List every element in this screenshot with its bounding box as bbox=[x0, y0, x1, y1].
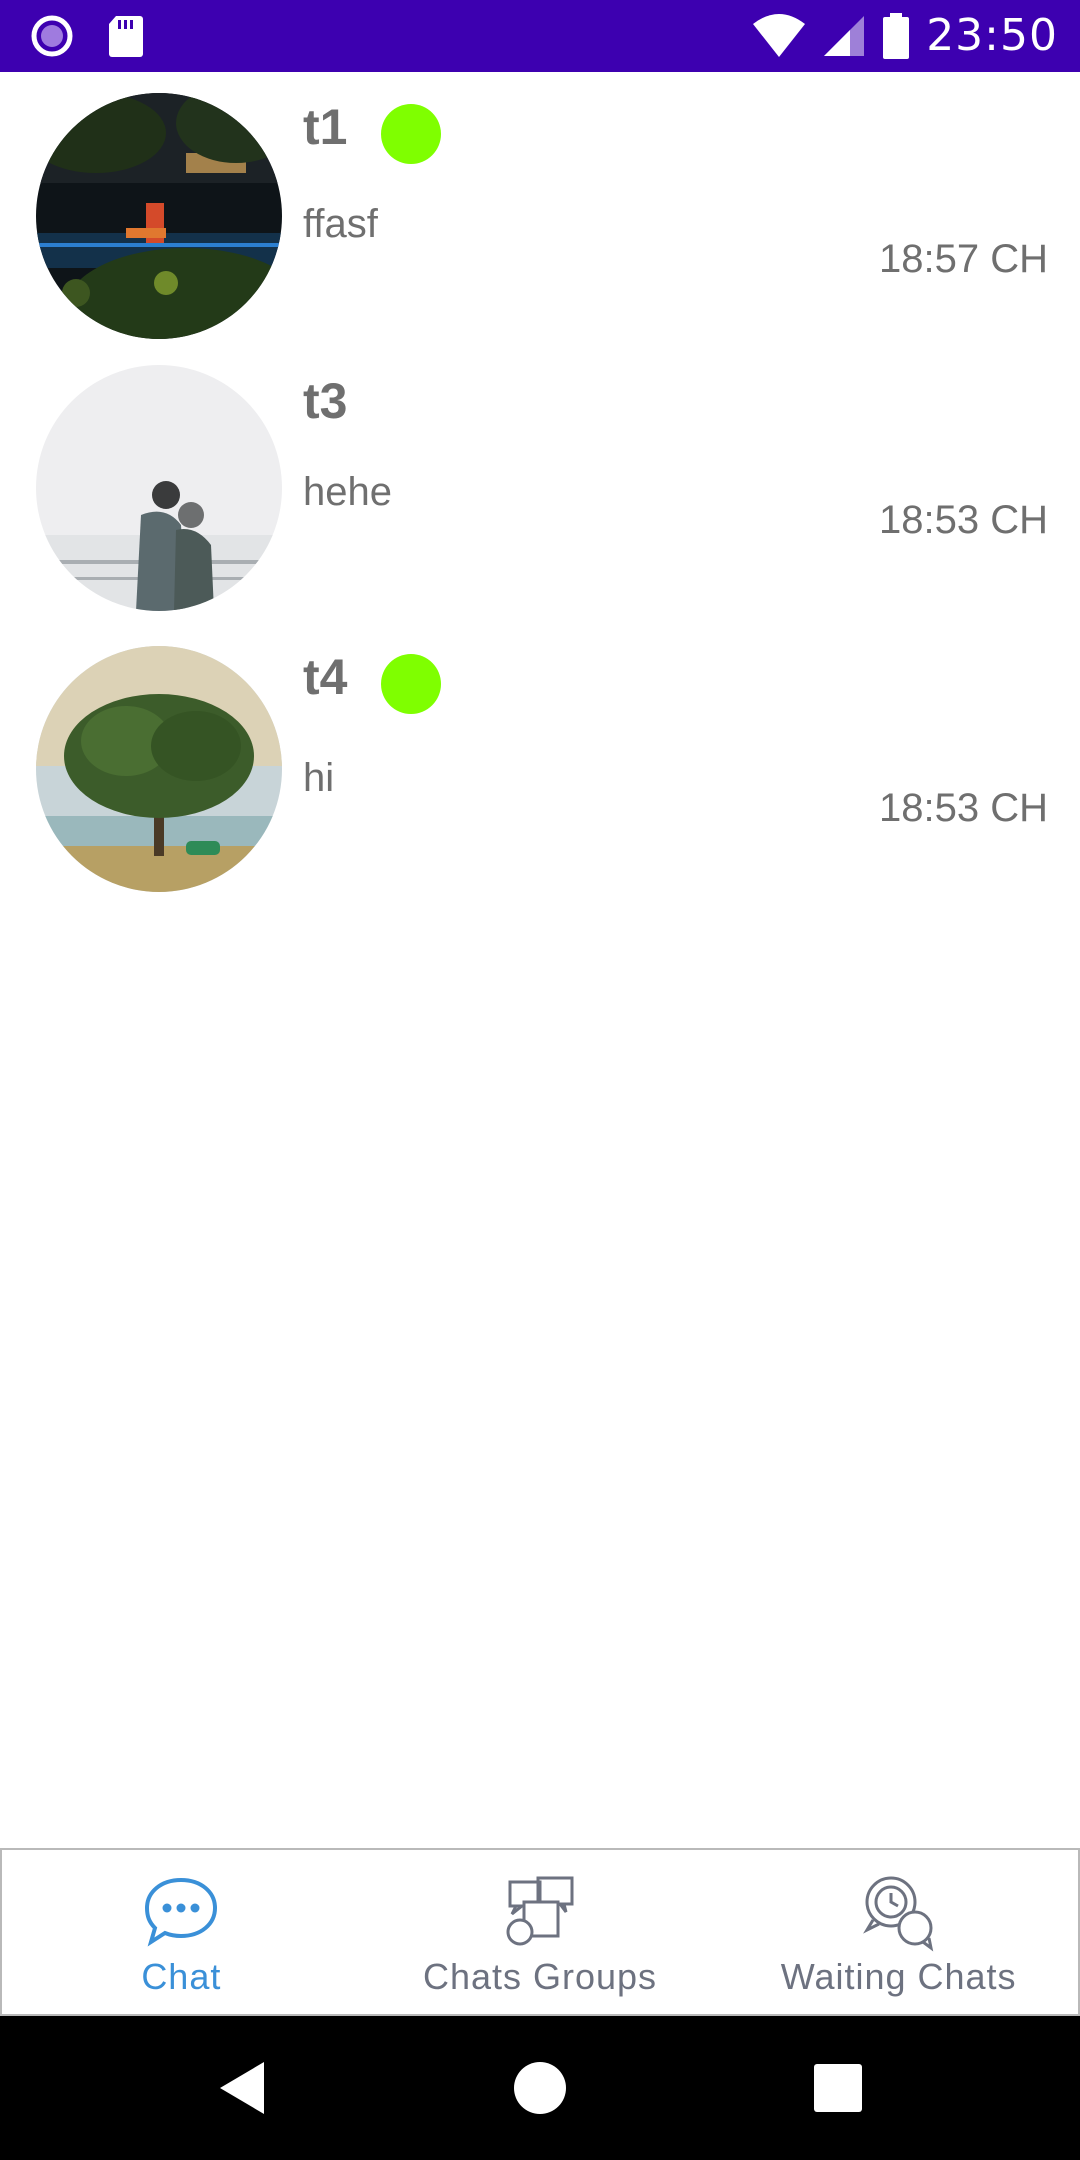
avatar bbox=[36, 93, 282, 339]
chat-list: t1 ffasf 18:57 CH t3 hehe 18:53 CH t4 hi… bbox=[0, 72, 1080, 936]
recents-icon[interactable] bbox=[806, 2056, 870, 2120]
waiting-chats-icon bbox=[862, 1876, 933, 1952]
chat-name: t4 bbox=[303, 649, 348, 705]
chat-bubble-icon bbox=[145, 1877, 218, 1947]
tab-chats-groups[interactable]: Chats Groups bbox=[361, 1850, 720, 2014]
chat-row[interactable]: t1 ffasf 18:57 CH bbox=[0, 72, 1080, 356]
signal-icon bbox=[824, 15, 865, 56]
message-time: 18:53 CH bbox=[879, 498, 1048, 542]
battery-icon bbox=[883, 12, 910, 59]
tab-label: Chat bbox=[141, 1956, 222, 1997]
bottom-nav: Chat Chats Groups Waiting Chats bbox=[0, 1848, 1080, 2016]
chat-row[interactable]: t4 hi 18:53 CH bbox=[0, 646, 1080, 936]
chat-row[interactable]: t3 hehe 18:53 CH bbox=[0, 356, 1080, 646]
wifi-icon bbox=[753, 13, 806, 57]
sd-card-icon bbox=[109, 16, 143, 57]
tab-label: Chats Groups bbox=[422, 1956, 658, 1997]
record-icon bbox=[31, 15, 73, 57]
tab-chat[interactable]: Chat bbox=[2, 1850, 361, 2014]
last-message: hehe bbox=[303, 470, 392, 514]
tab-label: Waiting Chats bbox=[780, 1956, 1017, 1997]
chat-name: t3 bbox=[303, 373, 348, 429]
tab-waiting-chats[interactable]: Waiting Chats bbox=[719, 1850, 1078, 2014]
system-nav-bar bbox=[0, 2016, 1080, 2160]
online-status-dot bbox=[381, 654, 441, 714]
avatar bbox=[36, 365, 282, 611]
status-bar: 23:50 bbox=[0, 0, 1080, 72]
last-message: hi bbox=[303, 756, 335, 800]
group-chats-icon bbox=[506, 1876, 574, 1946]
avatar bbox=[36, 646, 282, 892]
online-status-dot bbox=[381, 104, 441, 164]
back-icon[interactable] bbox=[210, 2056, 274, 2120]
status-time: 23:50 bbox=[926, 10, 1058, 61]
chat-name: t1 bbox=[303, 99, 348, 155]
message-time: 18:57 CH bbox=[879, 237, 1048, 281]
last-message: ffasf bbox=[303, 202, 378, 246]
home-icon[interactable] bbox=[508, 2056, 572, 2120]
message-time: 18:53 CH bbox=[879, 786, 1048, 830]
